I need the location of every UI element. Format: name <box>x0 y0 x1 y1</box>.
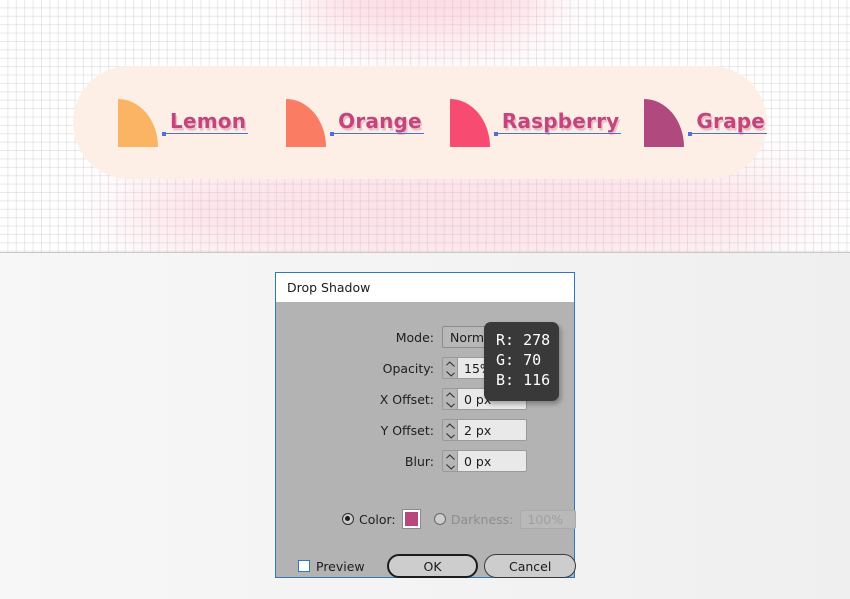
fruit-item-raspberry[interactable]: Raspberry <box>449 98 622 147</box>
fruit-label-wrap-lemon[interactable]: Lemon <box>162 109 249 136</box>
field-label-y-offset: Y Offset: <box>380 422 434 438</box>
cancel-button[interactable]: Cancel <box>484 554 576 578</box>
stepper-down-icon[interactable] <box>445 399 455 408</box>
artboard-canvas[interactable]: Lemon Orange Raspberry Grape <box>0 0 850 253</box>
text-selection-baseline <box>688 131 768 136</box>
fruit-card[interactable]: Lemon Orange Raspberry Grape <box>73 66 768 179</box>
field-control-blur[interactable]: 0 px <box>442 450 527 472</box>
text-anchor-point[interactable] <box>162 131 166 136</box>
y-offset-stepper[interactable] <box>442 419 457 441</box>
ok-button[interactable]: OK <box>386 554 479 578</box>
text-selection-baseline <box>330 131 424 136</box>
y-offset-input[interactable]: 2 px <box>457 419 527 441</box>
dialog-footer: Preview OK Cancel <box>276 552 576 580</box>
wedge-icon-orange <box>286 98 327 147</box>
color-darkness-row: Color: Darkness: 100% <box>276 509 576 529</box>
fruit-label-raspberry: Raspberry <box>501 109 620 133</box>
fruit-label-wrap-raspberry[interactable]: Raspberry <box>493 109 622 136</box>
blur-stepper[interactable] <box>442 450 457 472</box>
darkness-input: 100% <box>520 509 576 529</box>
field-row-blur: Blur: 0 px <box>276 450 576 472</box>
wedge-icon-lemon <box>118 98 158 147</box>
wedge-icon-grape <box>644 98 685 147</box>
text-anchor-point[interactable] <box>688 131 693 136</box>
rgb-readout-b: B: 116 <box>496 371 551 389</box>
opacity-stepper[interactable] <box>442 357 457 379</box>
wedge-icon-raspberry <box>449 98 490 147</box>
preview-checkbox[interactable] <box>298 560 310 572</box>
fruit-item-orange[interactable]: Orange <box>286 98 424 147</box>
stepper-down-icon[interactable] <box>445 368 455 377</box>
color-radio-label: Color: <box>359 511 396 527</box>
field-row-y-offset: Y Offset: 2 px <box>276 419 576 441</box>
text-anchor-point[interactable] <box>330 131 335 136</box>
rgb-readout-g: G: 70 <box>496 351 542 369</box>
drop-shadow-dialog[interactable]: Drop Shadow Mode: Normal Opacity: 15% X … <box>275 272 576 580</box>
darkness-radio[interactable] <box>433 513 446 525</box>
text-anchor-point[interactable] <box>493 131 498 136</box>
fruit-label-wrap-grape[interactable]: Grape <box>688 109 768 136</box>
stepper-down-icon[interactable] <box>445 461 455 470</box>
dialog-title: Drop Shadow <box>287 280 371 295</box>
fruit-item-lemon[interactable]: Lemon <box>118 98 249 147</box>
text-selection-baseline <box>493 131 622 136</box>
field-control-y-offset[interactable]: 2 px <box>442 419 527 441</box>
x-offset-stepper[interactable] <box>442 388 457 410</box>
dialog-titlebar[interactable]: Drop Shadow <box>276 273 574 302</box>
fruit-label-lemon: Lemon <box>170 109 247 133</box>
field-label-x-offset: X Offset: <box>379 391 434 407</box>
fruit-label-orange: Orange <box>338 109 422 133</box>
text-selection-baseline <box>162 131 249 136</box>
rgb-readout-r: R: 278 <box>496 331 551 349</box>
darkness-radio-label: Darkness: <box>450 511 514 527</box>
color-radio[interactable] <box>342 513 354 525</box>
rgb-readout-tooltip: R: 278 G: 70 B: 116 <box>484 322 559 401</box>
stepper-down-icon[interactable] <box>445 430 455 439</box>
shadow-color-swatch[interactable] <box>401 509 421 529</box>
fruit-label-wrap-orange[interactable]: Orange <box>330 109 424 136</box>
fruit-label-grape: Grape <box>696 109 766 133</box>
fruit-item-grape[interactable]: Grape <box>644 98 768 147</box>
field-label-opacity: Opacity: <box>382 360 434 376</box>
preview-label: Preview <box>316 558 365 574</box>
blur-input[interactable]: 0 px <box>457 450 527 472</box>
field-label-blur: Blur: <box>404 453 434 469</box>
field-label-mode: Mode: <box>395 329 434 345</box>
